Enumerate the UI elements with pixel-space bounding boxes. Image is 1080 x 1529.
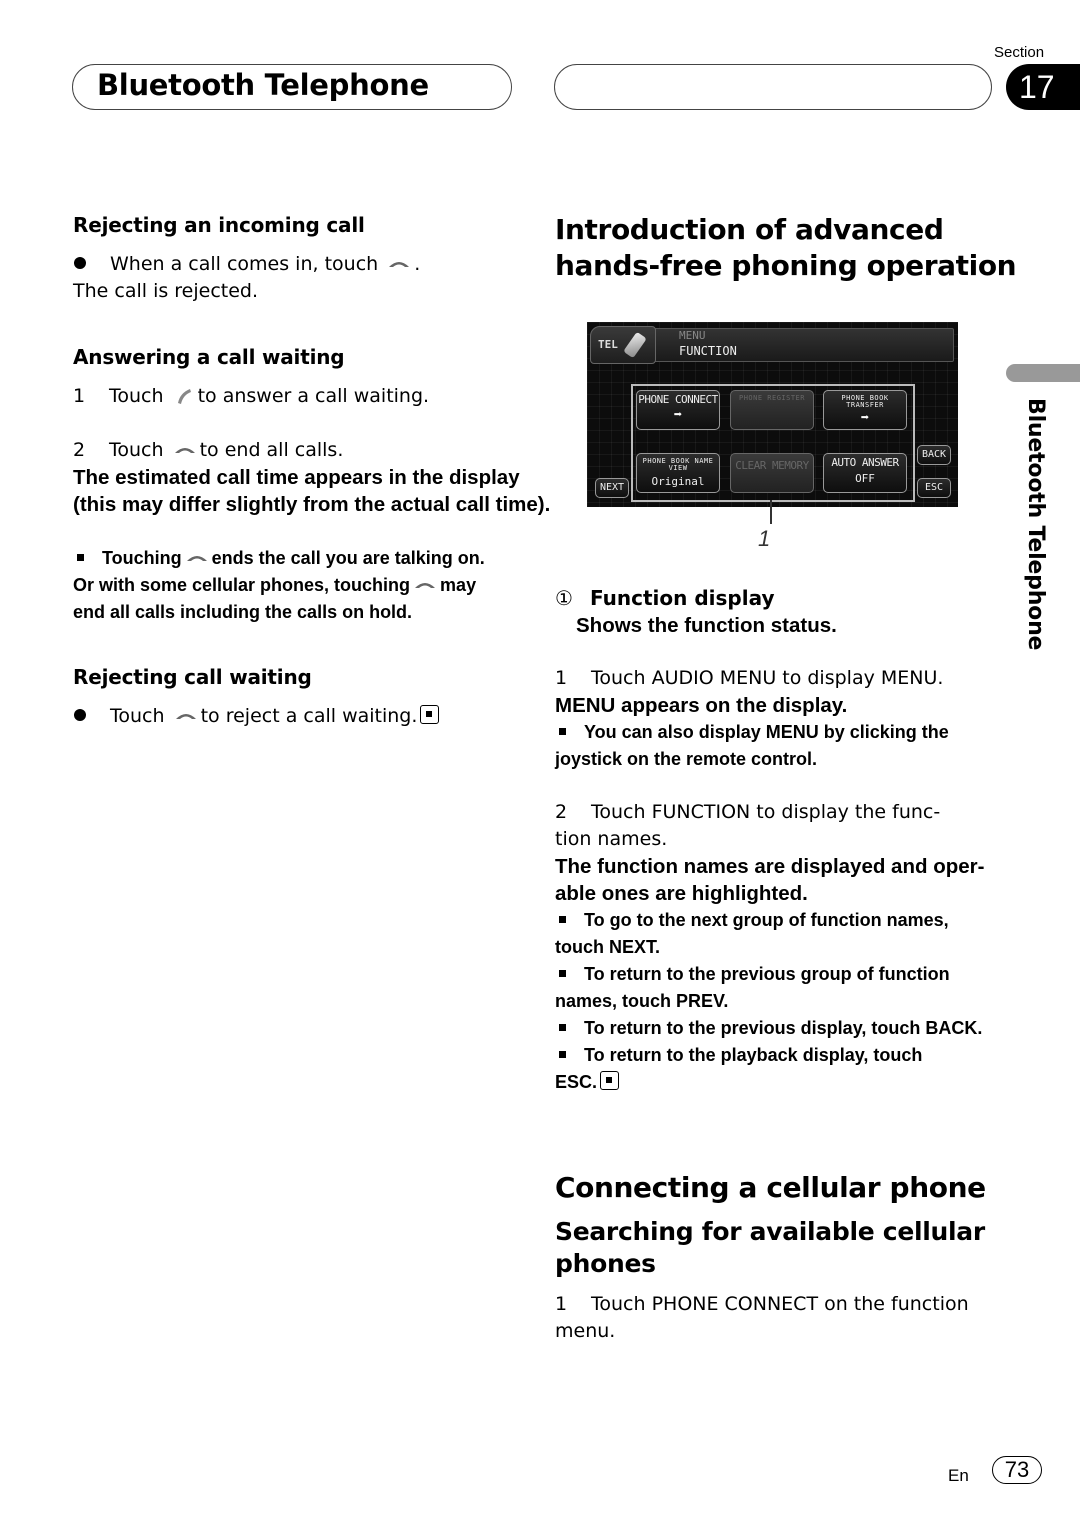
heading-connecting-cellular-phone: Connecting a cellular phone <box>555 1171 986 1204</box>
back-button[interactable]: BACK <box>917 445 951 465</box>
callout-number: 1 <box>758 526 771 551</box>
hang-up-icon <box>186 556 207 561</box>
language-label: En <box>948 1466 969 1485</box>
heading-introduction: Introduction of advanced hands-free phon… <box>555 213 1017 282</box>
answering-step-2: 2 Touch to end all calls. <box>73 439 344 461</box>
note-square-icon <box>559 728 566 735</box>
section-number-tab: 17 <box>1006 64 1080 110</box>
arrow-right-icon: ➡ <box>673 407 683 423</box>
note-square-icon <box>77 554 84 561</box>
hang-up-icon <box>175 714 196 719</box>
heading-rejecting-call-waiting: Rejecting call waiting <box>73 665 312 689</box>
intro-step-1-body: MENU appears on the display. <box>555 694 848 717</box>
note-square-icon <box>559 970 566 977</box>
rejecting-incoming-bullet: When a call comes in, touch . <box>74 251 420 278</box>
phone-book-transfer-button[interactable]: PHONE BOOK TRANSFER ➡ <box>823 390 907 430</box>
answering-note: Touching ends the call you are talking on… <box>73 548 485 622</box>
answering-step-2-body: The estimated call time appears in the d… <box>73 466 551 516</box>
phone-book-name-view-button[interactable]: PHONE BOOK NAME VIEW Original <box>636 453 720 493</box>
side-tab-label: Bluetooth Telephone <box>1023 398 1048 651</box>
note-square-icon <box>559 916 566 923</box>
heading-searching-phones: Searching for available cellular phones <box>555 1217 985 1278</box>
intro-step-2: 2 Touch FUNCTION to display the func- tio… <box>555 801 941 850</box>
arrow-right-icon: ➡ <box>860 410 870 426</box>
function-display-screenshot: TEL MENU FUNCTION PHONE CONNECT ➡ PHONE … <box>587 322 958 507</box>
hang-up-icon <box>415 583 436 588</box>
esc-button[interactable]: ESC <box>917 478 951 498</box>
phone-register-button[interactable]: PHONE REGISTER <box>730 390 814 430</box>
header-title-pill: Bluetooth Telephone <box>72 64 512 110</box>
phone-connect-button[interactable]: PHONE CONNECT ➡ <box>636 390 720 430</box>
legend-item: ① Function display <box>555 586 775 610</box>
end-of-section-icon <box>600 1071 620 1090</box>
answer-call-icon <box>177 389 191 404</box>
section-label: Section <box>994 44 1045 61</box>
intro-step-1-note: You can also display MENU by clicking th… <box>555 722 949 769</box>
clear-memory-button[interactable]: CLEAR MEMORY <box>730 453 814 493</box>
connect-step-1: 1 Touch PHONE CONNECT on the function men… <box>555 1293 969 1342</box>
hang-up-icon <box>389 262 410 267</box>
header-empty-pill <box>554 64 992 110</box>
side-tab-marker <box>1006 364 1080 382</box>
heading-rejecting-incoming-call: Rejecting an incoming call <box>73 213 365 237</box>
note-square-icon <box>559 1024 566 1031</box>
bullet-icon <box>74 709 86 721</box>
page-number: 73 <box>992 1456 1042 1484</box>
auto-answer-button[interactable]: AUTO ANSWER OFF <box>823 453 907 493</box>
bullet-icon <box>74 257 86 269</box>
heading-answering-call-waiting: Answering a call waiting <box>73 345 345 369</box>
intro-step-1: 1 Touch AUDIO MENU to display MENU. <box>555 667 944 689</box>
legend-description: Shows the function status. <box>576 614 837 637</box>
next-button[interactable]: NEXT <box>595 478 629 498</box>
note-square-icon <box>559 1051 566 1058</box>
rejecting-waiting-bullet: Touch to reject a call waiting. <box>74 703 440 730</box>
circled-number-icon: ① <box>555 586 573 610</box>
screen-menu-label: MENU <box>679 329 706 342</box>
intro-step-2-notes: To go to the next group of function name… <box>555 910 983 1092</box>
rejecting-incoming-result: The call is rejected. <box>73 280 259 302</box>
screen-function-label: FUNCTION <box>679 344 737 358</box>
end-of-section-icon <box>420 705 440 724</box>
intro-step-2-body: The function names are displayed and ope… <box>555 855 985 905</box>
screen-tel-badge: TEL <box>590 326 656 364</box>
mobile-phone-icon <box>623 331 647 359</box>
callout-line <box>770 500 772 524</box>
answering-step-1: 1 Touch to answer a call waiting. <box>73 385 430 407</box>
hang-up-icon <box>174 448 195 453</box>
chapter-title: Bluetooth Telephone <box>97 68 429 102</box>
